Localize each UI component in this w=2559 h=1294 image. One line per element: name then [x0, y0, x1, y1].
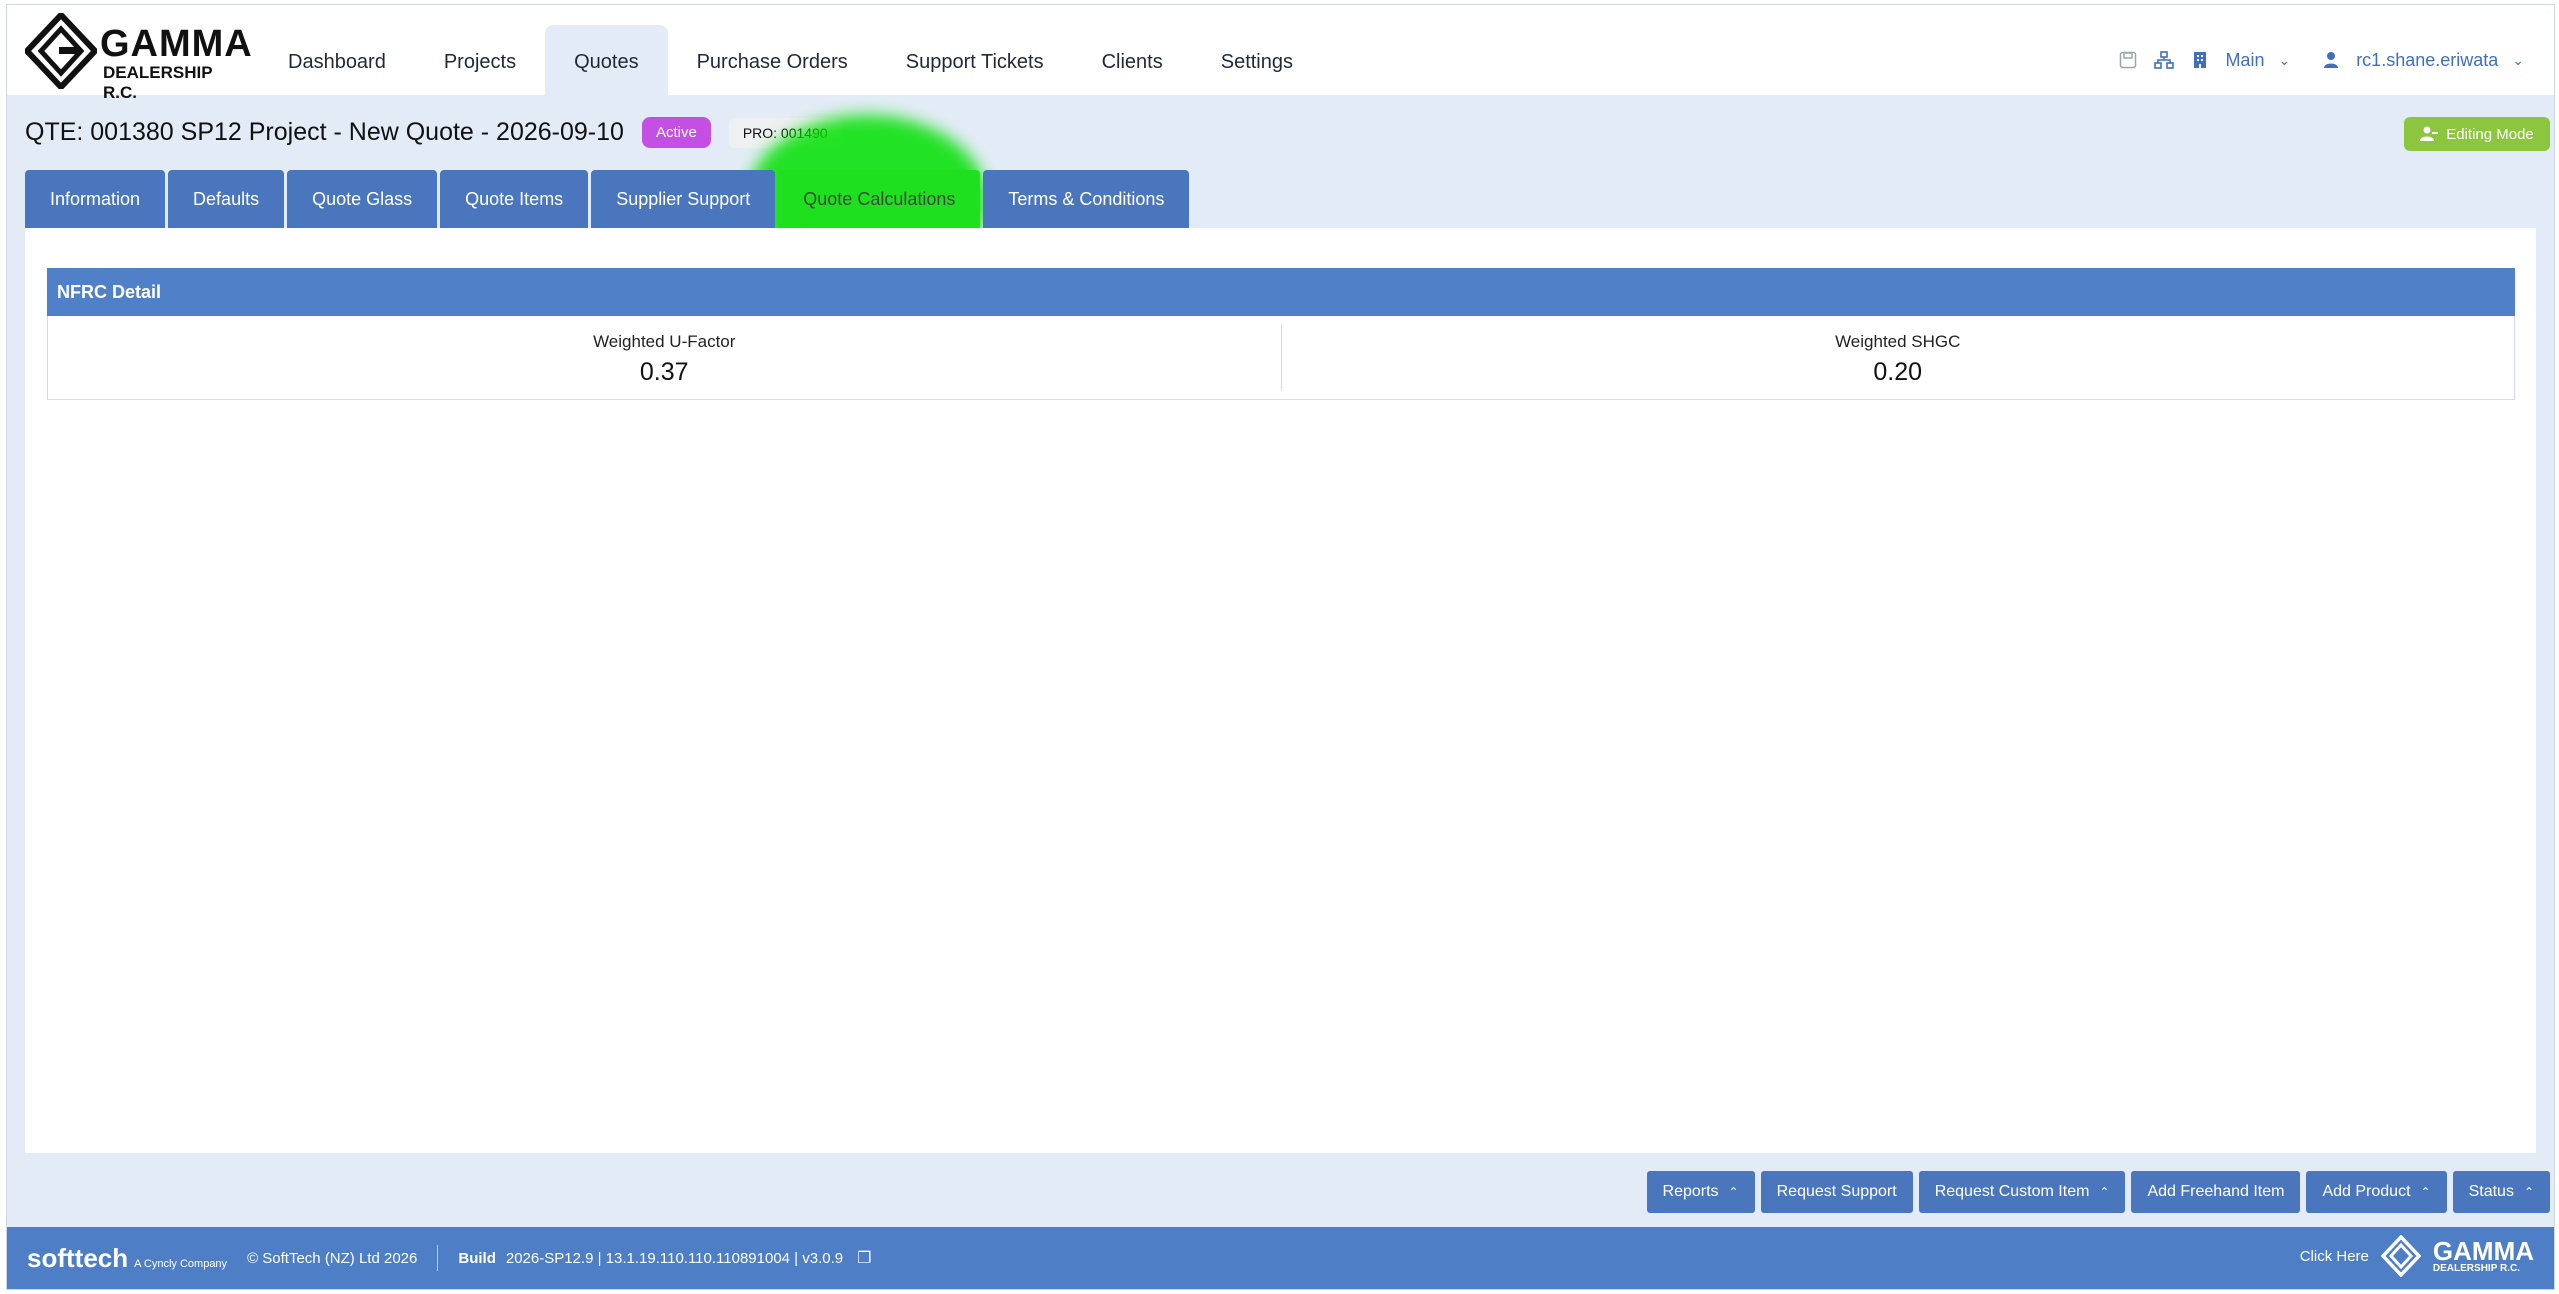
- footer-logo-name: GAMMA: [2432, 1235, 2534, 1266]
- footer: softtech A Cyncly Company © SoftTech (NZ…: [7, 1227, 2554, 1289]
- tab-terms-conditions[interactable]: Terms & Conditions: [983, 170, 1190, 228]
- add-freehand-item-label: Add Freehand Item: [2147, 1183, 2285, 1200]
- main-nav: Dashboard Projects Quotes Purchase Order…: [259, 25, 1322, 95]
- nav-clients[interactable]: Clients: [1073, 25, 1192, 95]
- tab-quote-glass[interactable]: Quote Glass: [287, 170, 438, 228]
- save-icon[interactable]: [2117, 49, 2139, 71]
- quote-title-row: QTE: 001380 SP12 Project - New Quote - 2…: [25, 117, 842, 148]
- tab-information[interactable]: Information: [25, 170, 166, 228]
- building-icon[interactable]: [2189, 49, 2211, 71]
- build-version: 2026-SP12.9 | 13.1.19.110.110.110891004 …: [505, 1249, 844, 1267]
- reports-button[interactable]: Reports ⌃: [1646, 1171, 1755, 1213]
- request-support-button[interactable]: Request Support: [1760, 1171, 1913, 1213]
- add-product-button[interactable]: Add Product ⌃: [2306, 1171, 2447, 1213]
- request-custom-item-button[interactable]: Request Custom Item ⌃: [1918, 1171, 2126, 1213]
- logo-name: GAMMA: [100, 23, 253, 65]
- user-menu[interactable]: rc1.shane.eriwata: [2356, 50, 2498, 71]
- softtech-tagline: A Cyncly Company: [134, 1257, 228, 1270]
- nav-dashboard[interactable]: Dashboard: [259, 25, 415, 95]
- nav-quotes[interactable]: Quotes: [545, 25, 668, 95]
- add-freehand-item-button[interactable]: Add Freehand Item: [2131, 1171, 2301, 1213]
- tab-defaults[interactable]: Defaults: [168, 170, 285, 228]
- app-frame: GAMMA DEALERSHIP R.C. Dashboard Projects…: [6, 4, 2555, 1290]
- chevron-down-icon[interactable]: ⌄: [2512, 52, 2524, 69]
- metric-weighted-u-factor: Weighted U-Factor 0.37: [48, 316, 1281, 399]
- status-button[interactable]: Status ⌃: [2452, 1171, 2550, 1213]
- tab-quote-calculations[interactable]: Quote Calculations: [778, 170, 981, 228]
- chevron-up-icon: ⌃: [2523, 1185, 2534, 1199]
- page-title: QTE: 001380 SP12 Project - New Quote - 2…: [25, 118, 624, 146]
- build-label: Build: [458, 1249, 496, 1267]
- click-here-link[interactable]: Click Here: [2300, 1248, 2369, 1265]
- metric-label: Weighted U-Factor: [593, 332, 736, 351]
- logo-subtitle: DEALERSHIP R.C.: [103, 63, 213, 102]
- add-product-label: Add Product: [2322, 1183, 2411, 1200]
- softtech-logo[interactable]: softtech A Cyncly Company: [27, 1243, 227, 1274]
- footer-right: Click Here GAMMA DEALERSHIP R.C.: [2300, 1235, 2534, 1277]
- user-icon: [2320, 49, 2342, 71]
- nav-settings[interactable]: Settings: [1192, 25, 1322, 95]
- status-label: Status: [2468, 1183, 2514, 1200]
- copy-icon[interactable]: ❐: [857, 1248, 871, 1268]
- editing-mode-label: Editing Mode: [2446, 125, 2534, 143]
- metric-weighted-shgc: Weighted SHGC 0.20: [1280, 324, 2515, 391]
- header-right: Main ⌄ rc1.shane.eriwata ⌄: [2117, 49, 2524, 71]
- nav-purchase-orders[interactable]: Purchase Orders: [668, 25, 877, 95]
- action-bar: Reports ⌃ Request Support Request Custom…: [1646, 1171, 2550, 1213]
- nfrc-detail-header: NFRC Detail: [47, 268, 2515, 316]
- nav-support-tickets[interactable]: Support Tickets: [877, 25, 1073, 95]
- nav-projects[interactable]: Projects: [415, 25, 545, 95]
- gamma-footer-logo-mark: [2380, 1235, 2421, 1277]
- gamma-footer-logo: GAMMA DEALERSHIP R.C.: [2432, 1235, 2534, 1274]
- branch-selector[interactable]: Main: [2225, 50, 2264, 71]
- status-badge: Active: [641, 117, 711, 148]
- editing-mode-button[interactable]: Editing Mode: [2404, 117, 2550, 151]
- quote-tabs: Information Defaults Quote Glass Quote I…: [25, 170, 1190, 228]
- chevron-up-icon: ⌃: [2099, 1185, 2110, 1199]
- gamma-logo[interactable]: GAMMA DEALERSHIP R.C.: [22, 10, 252, 102]
- request-support-label: Request Support: [1776, 1183, 1897, 1200]
- user-edit-icon: [2420, 126, 2439, 141]
- metric-label: Weighted SHGC: [1835, 332, 1961, 351]
- reports-label: Reports: [1662, 1183, 1719, 1200]
- chevron-down-icon[interactable]: ⌄: [2278, 52, 2290, 69]
- sitemap-icon[interactable]: [2153, 49, 2175, 71]
- divider: [437, 1245, 439, 1271]
- request-custom-item-label: Request Custom Item: [1934, 1183, 2090, 1200]
- tab-quote-items[interactable]: Quote Items: [440, 170, 589, 228]
- copyright-text: © SoftTech (NZ) Ltd 2026: [247, 1249, 418, 1267]
- chevron-up-icon: ⌃: [2420, 1185, 2431, 1199]
- softtech-brand: softtech: [27, 1242, 129, 1273]
- footer-logo-subtitle: DEALERSHIP R.C.: [2432, 1262, 2520, 1274]
- tab-supplier-support[interactable]: Supplier Support: [591, 170, 776, 228]
- metric-value: 0.20: [1873, 358, 1923, 386]
- metric-value: 0.37: [639, 358, 689, 386]
- chevron-up-icon: ⌃: [1728, 1185, 1739, 1199]
- nfrc-detail-body: Weighted U-Factor 0.37 Weighted SHGC 0.2…: [47, 316, 2515, 400]
- gamma-logo-mark: [22, 10, 100, 92]
- content-panel: NFRC Detail Weighted U-Factor 0.37 Weigh…: [25, 228, 2536, 1153]
- top-navbar: GAMMA DEALERSHIP R.C. Dashboard Projects…: [7, 5, 2554, 102]
